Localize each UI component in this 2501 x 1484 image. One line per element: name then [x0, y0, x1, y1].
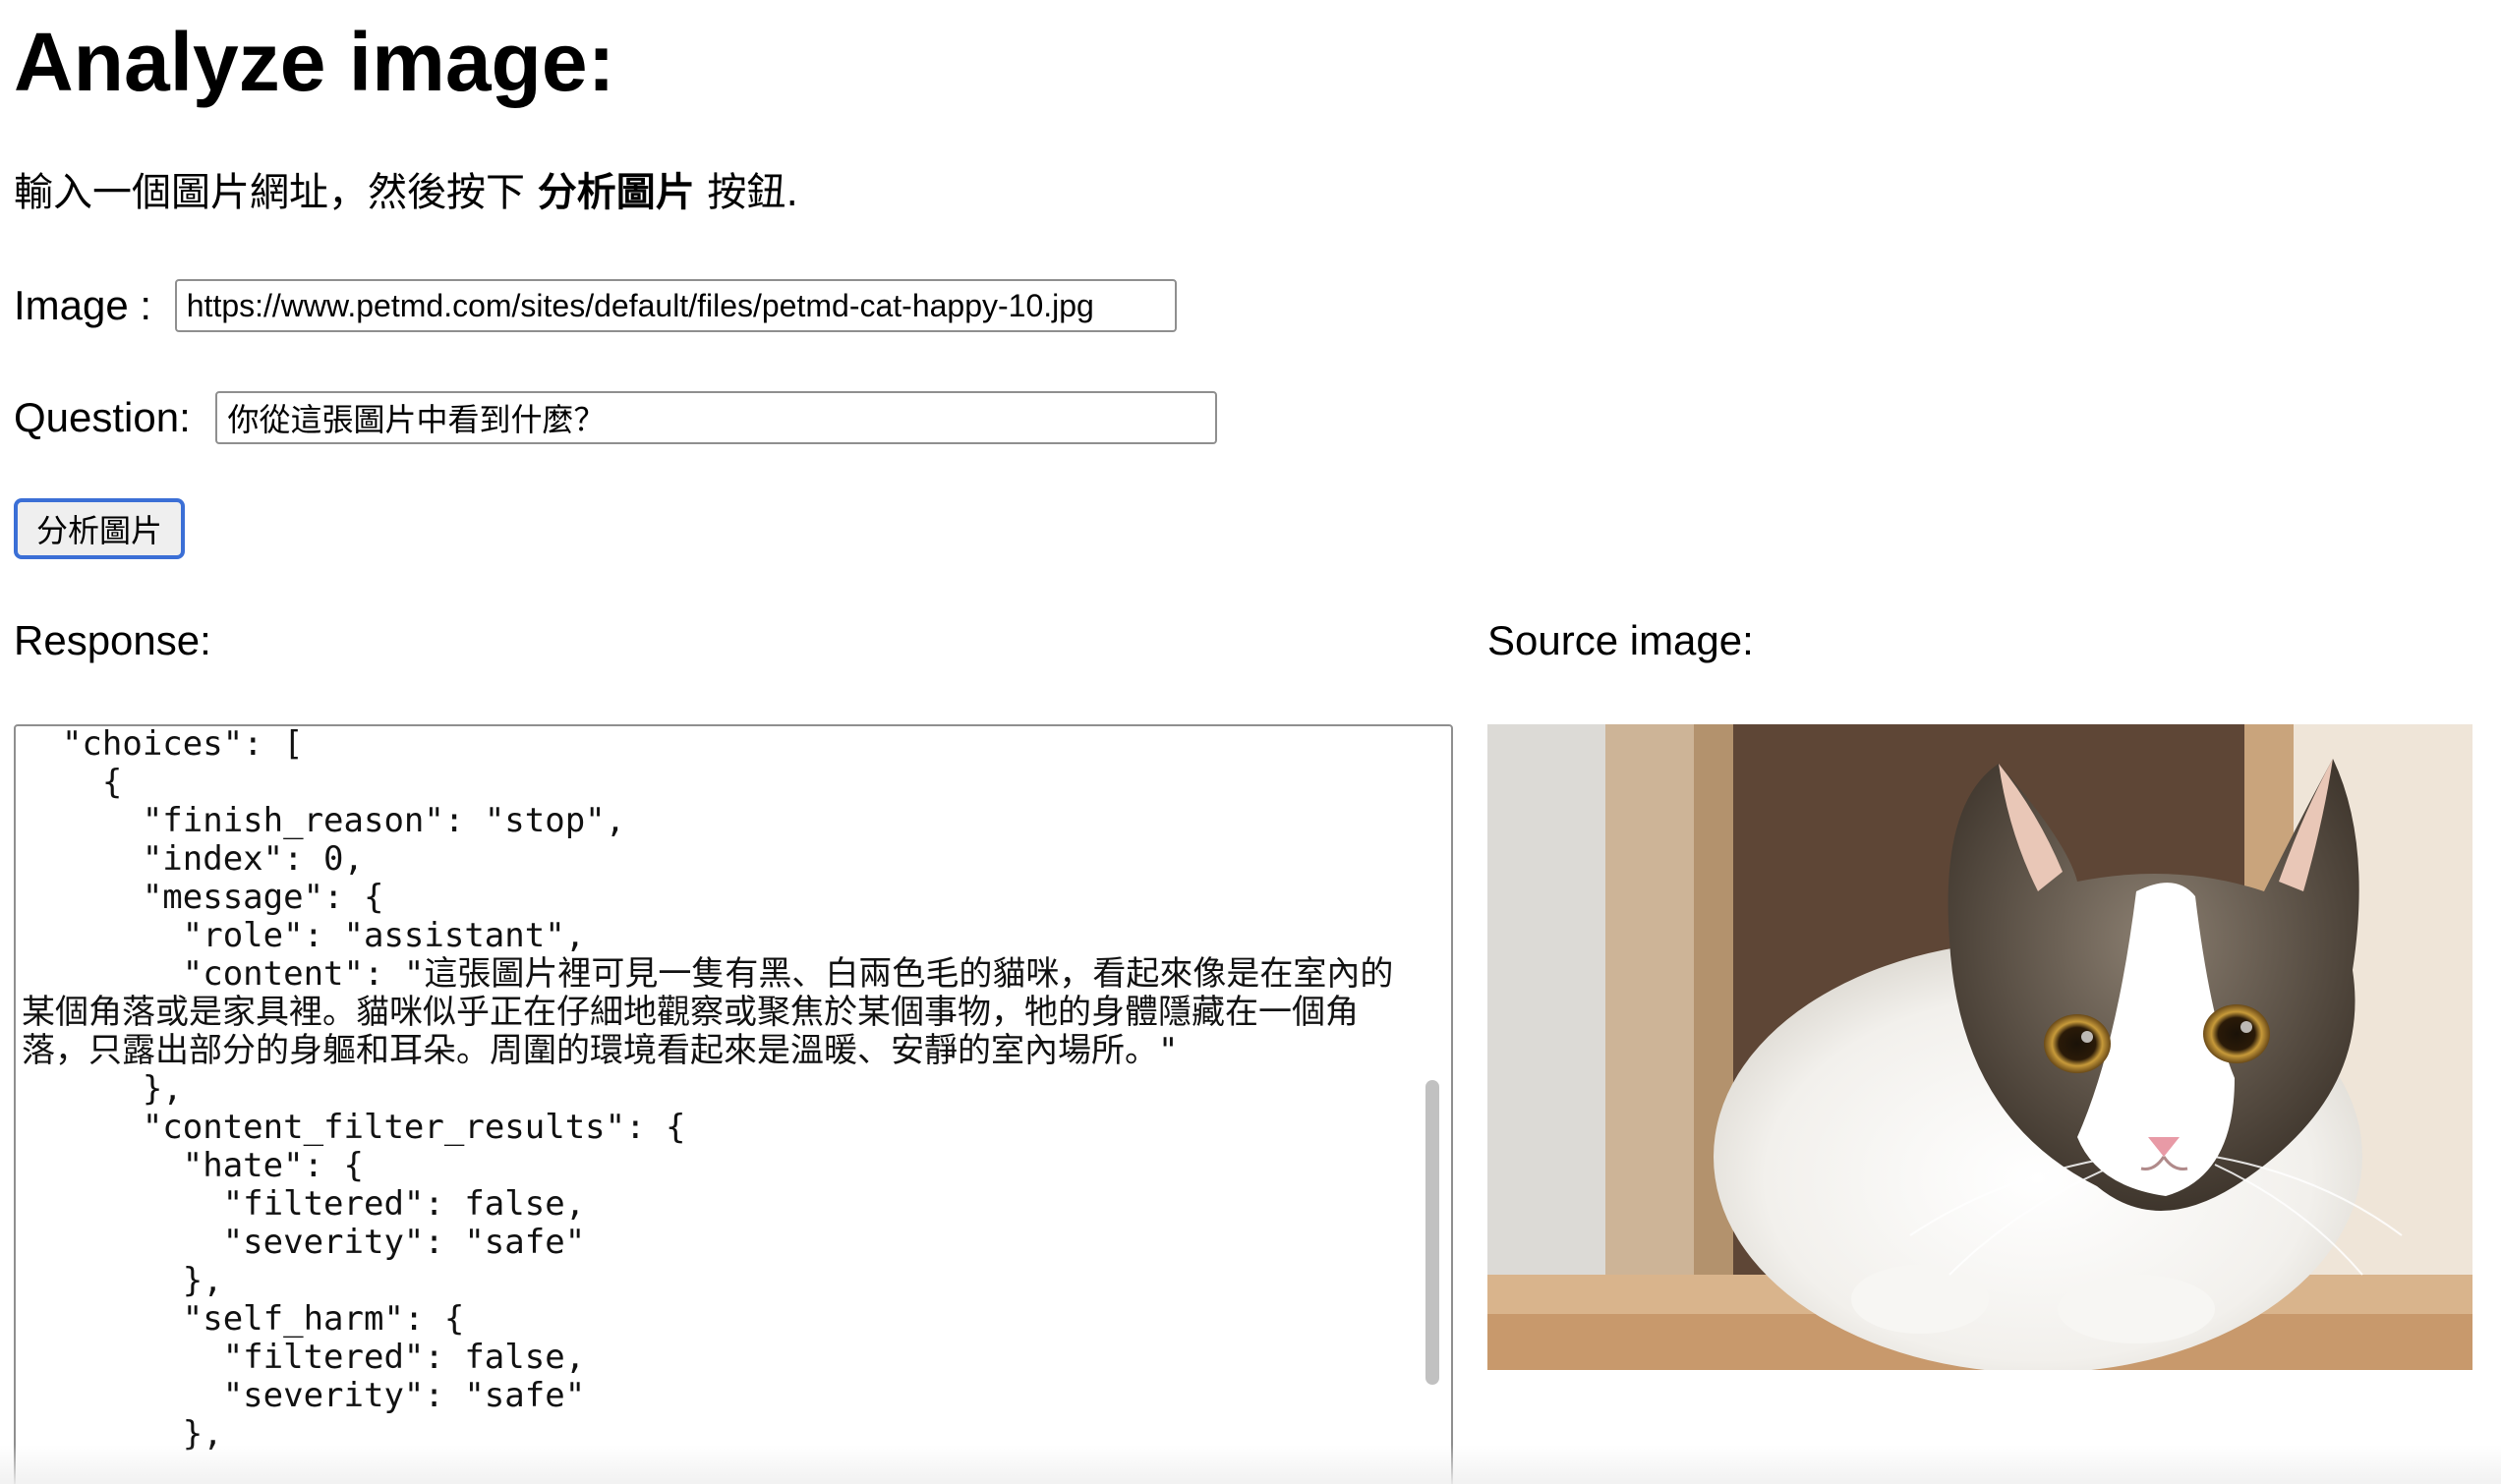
question-row: Question: — [14, 391, 1218, 444]
instructions-suffix: 按鈕. — [694, 170, 799, 215]
image-url-row: Image : — [14, 279, 1177, 332]
image-url-label: Image : — [14, 282, 163, 328]
source-image-label: Source image: — [1487, 617, 1754, 663]
cat-photo — [1487, 724, 2472, 1370]
response-json-text: }, "choices": [ { "finish_reason": "stop… — [22, 724, 1394, 1454]
page: Analyze image: 輸入一個圖片網址，然後按下 分析圖片 按鈕. Im… — [0, 0, 2501, 1484]
analyze-image-button[interactable]: 分析圖片 — [14, 498, 185, 559]
question-input[interactable] — [215, 391, 1218, 444]
question-label: Question: — [14, 394, 203, 440]
response-textarea[interactable]: }, "choices": [ { "finish_reason": "stop… — [14, 724, 1453, 1484]
page-title: Analyze image: — [14, 16, 615, 108]
response-label: Response: — [14, 617, 211, 663]
response-scrollbar[interactable] — [1424, 730, 1445, 1484]
image-url-input[interactable] — [174, 279, 1177, 332]
instructions-bold: 分析圖片 — [537, 170, 695, 215]
source-image — [1487, 724, 2472, 1370]
instructions-text: 輸入一個圖片網址，然後按下 分析圖片 按鈕. — [14, 163, 798, 222]
instructions-prefix: 輸入一個圖片網址，然後按下 — [14, 170, 538, 215]
response-scroll-thumb[interactable] — [1425, 1080, 1439, 1385]
